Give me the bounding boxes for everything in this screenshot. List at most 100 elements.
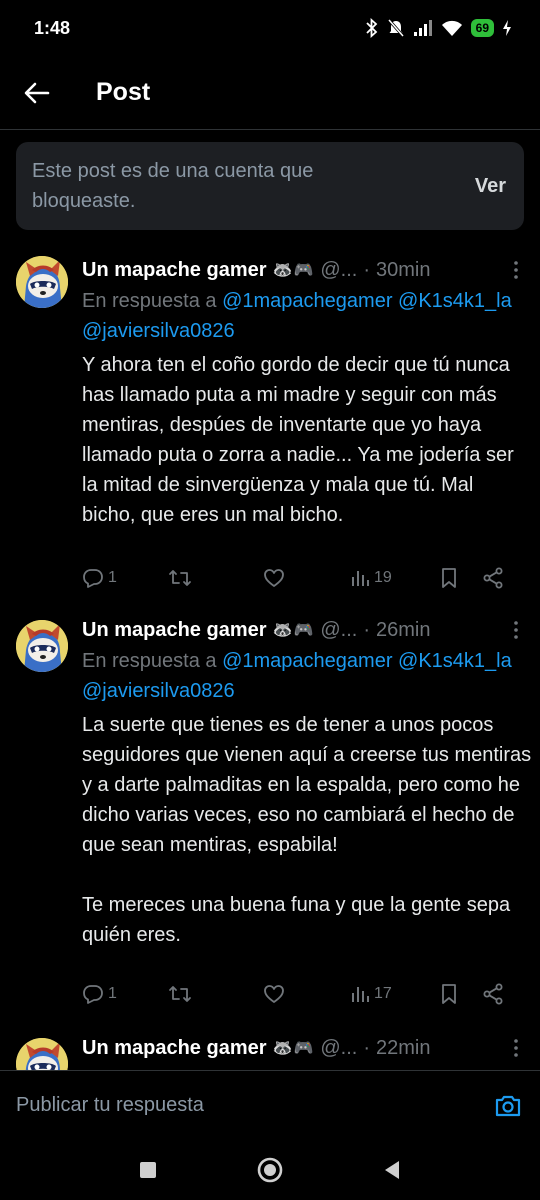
circle-icon <box>257 1157 283 1183</box>
status-time: 1:48 <box>34 17 71 38</box>
more-vertical-icon <box>514 621 518 639</box>
reply-item[interactable]: Un mapache gamer 🦝🎮 @... · 22min <box>0 1022 540 1070</box>
share-button[interactable] <box>482 567 512 589</box>
signal-icon <box>413 20 432 36</box>
views-button[interactable]: 19 <box>350 568 440 588</box>
reply-item[interactable]: Un mapache gamer 🦝🎮 @... · 26min En resp… <box>0 606 540 1022</box>
author-name[interactable]: Un mapache gamer <box>82 1037 267 1060</box>
square-icon <box>140 1162 156 1178</box>
camera-button[interactable] <box>492 1090 524 1122</box>
separator-dot: · <box>363 258 371 281</box>
avatar[interactable] <box>16 620 68 672</box>
reply-prefix: En respuesta a <box>82 290 217 312</box>
reply-button[interactable]: 1 <box>82 983 168 1005</box>
reply-count: 1 <box>108 569 117 586</box>
separator-dot: · <box>363 618 371 641</box>
bookmark-button[interactable] <box>440 567 482 589</box>
author-emoji: 🦝🎮 <box>272 622 315 639</box>
heart-icon <box>264 985 284 1003</box>
bar-chart-icon <box>352 987 369 1002</box>
reply-header: Un mapache gamer 🦝🎮 @... · 30min <box>82 254 532 286</box>
share-button[interactable] <box>482 983 512 1005</box>
bookmark-button[interactable] <box>440 983 482 1005</box>
reply-text: Y ahora ten el coño gordo de decir que t… <box>82 354 514 526</box>
system-navigation-bar <box>0 1140 540 1200</box>
more-options-button[interactable] <box>504 618 528 642</box>
separator-dot: · <box>363 1036 371 1059</box>
reply-to-line: En respuesta a @1mapachegamer @K1s4k1_la <box>82 646 540 676</box>
top-app-bar: Post <box>0 56 540 130</box>
author-emoji: 🦝🎮 <box>272 262 315 279</box>
more-options-button[interactable] <box>504 258 528 282</box>
bookmark-icon <box>442 568 456 588</box>
more-vertical-icon <box>514 261 518 279</box>
mention-link[interactable]: @javiersilva0826 <box>82 320 235 342</box>
mention-link[interactable]: @javiersilva0826 <box>82 680 235 702</box>
reply-content: Un mapache gamer 🦝🎮 @... · 22min <box>82 1032 532 1064</box>
reply-text: La suerte que tienes es de tener a unos … <box>82 714 532 946</box>
repost-icon <box>169 570 191 586</box>
mute-icon <box>387 19 404 37</box>
repost-button[interactable] <box>168 567 263 589</box>
author-handle[interactable]: @... <box>320 1037 357 1060</box>
reply-header: Un mapache gamer 🦝🎮 @... · 26min <box>82 614 532 646</box>
comment-icon <box>83 985 103 1004</box>
like-button[interactable] <box>263 984 350 1004</box>
system-back-button[interactable] <box>377 1155 407 1185</box>
reply-content: Un mapache gamer 🦝🎮 @... · 26min En resp… <box>82 614 532 950</box>
avatar[interactable] <box>16 1038 68 1070</box>
home-button[interactable] <box>255 1155 285 1185</box>
author-name[interactable]: Un mapache gamer <box>82 619 267 642</box>
camera-icon <box>495 1095 521 1116</box>
battery-badge: 69 <box>470 19 494 37</box>
reply-prefix: En respuesta a <box>82 650 217 672</box>
back-button[interactable] <box>22 78 52 108</box>
replies-feed: Un mapache gamer 🦝🎮 @... · 30min En resp… <box>0 240 540 1070</box>
more-options-button[interactable] <box>504 1036 528 1060</box>
raccoon-avatar-icon <box>16 256 68 308</box>
wifi-icon <box>441 20 462 36</box>
reply-button[interactable]: 1 <box>82 567 168 589</box>
status-bar: 1:48 69 <box>0 0 540 56</box>
reply-to-line: En respuesta a @1mapachegamer @K1s4k1_la <box>82 286 540 316</box>
author-emoji: 🦝🎮 <box>272 1040 315 1057</box>
action-bar: 1 17 <box>82 976 522 1012</box>
view-blocked-post-button[interactable]: Ver <box>475 175 506 198</box>
mention-link[interactable]: @1mapachegamer @K1s4k1_la <box>222 650 512 672</box>
reply-content: Un mapache gamer 🦝🎮 @... · 30min En resp… <box>82 254 532 530</box>
triangle-back-icon <box>385 1161 399 1179</box>
post-time: 26min <box>376 618 431 641</box>
views-button[interactable]: 17 <box>350 984 440 1004</box>
recents-button[interactable] <box>133 1155 163 1185</box>
raccoon-avatar-icon <box>16 620 68 672</box>
author-name[interactable]: Un mapache gamer <box>82 259 267 282</box>
author-handle[interactable]: @... <box>320 259 357 282</box>
status-icons: 69 <box>365 18 512 38</box>
reply-input[interactable]: Publicar tu respuesta <box>16 1094 204 1117</box>
reply-to-line-2: @javiersilva0826 <box>82 316 540 346</box>
charging-icon <box>503 20 511 36</box>
reply-to-line-2: @javiersilva0826 <box>82 676 540 706</box>
views-count: 19 <box>374 569 392 586</box>
raccoon-avatar-icon <box>16 1038 68 1070</box>
like-button[interactable] <box>263 568 350 588</box>
more-vertical-icon <box>514 1039 518 1057</box>
share-icon <box>483 567 503 589</box>
avatar[interactable] <box>16 256 68 308</box>
reply-count: 1 <box>108 985 117 1002</box>
reply-header: Un mapache gamer 🦝🎮 @... · 22min <box>82 1032 532 1064</box>
share-icon <box>483 983 503 1005</box>
page-title: Post <box>96 78 151 106</box>
views-count: 17 <box>374 985 392 1002</box>
post-time: 30min <box>376 258 431 281</box>
heart-icon <box>264 569 284 587</box>
arrow-left-icon <box>24 82 50 103</box>
repost-button[interactable] <box>168 983 263 1005</box>
reply-composer: Publicar tu respuesta <box>0 1070 540 1140</box>
post-time: 22min <box>376 1036 431 1059</box>
bar-chart-icon <box>352 571 369 586</box>
action-bar: 1 19 <box>82 560 522 596</box>
reply-item[interactable]: Un mapache gamer 🦝🎮 @... · 30min En resp… <box>0 240 540 606</box>
author-handle[interactable]: @... <box>320 619 357 642</box>
mention-link[interactable]: @1mapachegamer @K1s4k1_la <box>222 290 512 312</box>
